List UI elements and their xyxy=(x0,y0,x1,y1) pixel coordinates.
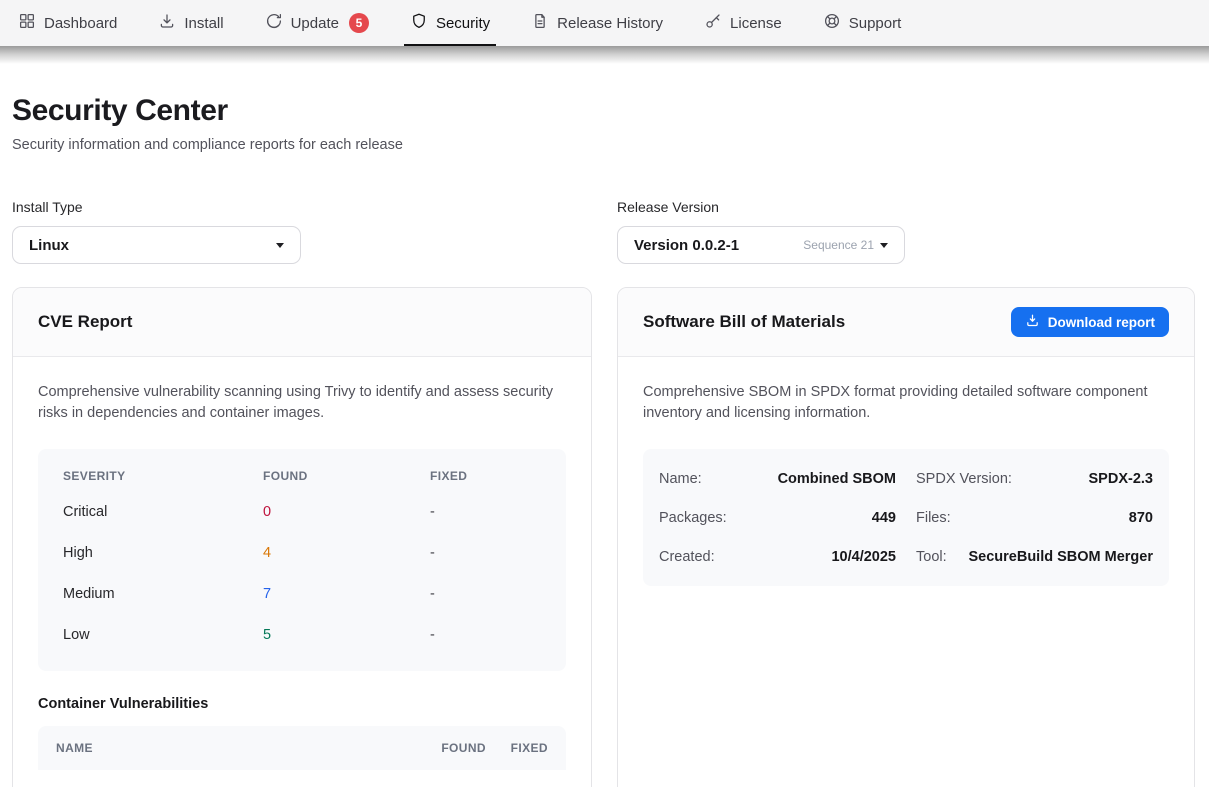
detail-label: Files: xyxy=(916,510,951,526)
column-severity: SEVERITY xyxy=(63,469,263,483)
nav-item-update[interactable]: Update 5 xyxy=(265,0,369,46)
release-version-meta: Sequence 21 xyxy=(803,238,888,252)
detail-value: SPDX-2.3 xyxy=(1089,471,1153,487)
detail-value: SecureBuild SBOM Merger xyxy=(968,549,1153,565)
severity-name: Critical xyxy=(63,491,263,532)
release-version-value: Version 0.0.2-1 xyxy=(634,237,739,254)
nav-label: Security xyxy=(436,15,490,32)
nav-item-dashboard[interactable]: Dashboard xyxy=(18,0,117,46)
column-name: NAME xyxy=(56,741,396,755)
detail-label: Created: xyxy=(659,549,715,565)
install-icon xyxy=(158,12,176,34)
found-count: 0 xyxy=(263,491,430,532)
detail-value: 449 xyxy=(872,510,896,526)
install-type-select[interactable]: Linux xyxy=(12,226,301,264)
detail-spdx-version: SPDX Version: SPDX-2.3 xyxy=(916,459,1153,498)
severity-name: Low xyxy=(63,614,263,655)
update-count-badge: 5 xyxy=(349,13,369,33)
detail-packages: Packages: 449 xyxy=(659,498,896,537)
detail-value: Combined SBOM xyxy=(778,471,896,487)
document-icon xyxy=(531,12,549,34)
table-row-critical: Critical 0 - xyxy=(63,491,541,532)
cve-report-title: CVE Report xyxy=(38,312,132,332)
sbom-description: Comprehensive SBOM in SPDX format provid… xyxy=(643,382,1169,424)
detail-label: SPDX Version: xyxy=(916,471,1012,487)
severity-table-header: SEVERITY FOUND FIXED xyxy=(63,457,541,491)
nav-label: Support xyxy=(849,15,902,32)
download-icon xyxy=(1025,313,1040,331)
page-title: Security Center xyxy=(12,94,1197,128)
column-found: FOUND xyxy=(263,469,430,483)
table-row-medium: Medium 7 - xyxy=(63,573,541,614)
column-found: FOUND xyxy=(396,741,486,755)
column-fixed: FIXED xyxy=(430,469,541,483)
chevron-down-icon xyxy=(880,243,888,248)
cve-report-description: Comprehensive vulnerability scanning usi… xyxy=(38,382,566,424)
found-count: 4 xyxy=(263,532,430,573)
detail-files: Files: 870 xyxy=(916,498,1153,537)
sbom-body: Comprehensive SBOM in SPDX format provid… xyxy=(618,357,1194,611)
container-vulnerabilities-title: Container Vulnerabilities xyxy=(38,696,566,712)
nav-item-support[interactable]: Support xyxy=(823,0,902,46)
detail-value: 10/4/2025 xyxy=(831,549,896,565)
page-subtitle: Security information and compliance repo… xyxy=(12,137,1197,153)
sbom-header: Software Bill of Materials Download repo… xyxy=(618,288,1194,357)
lifebuoy-icon xyxy=(823,12,841,34)
download-report-button[interactable]: Download report xyxy=(1011,307,1169,337)
cve-report-header: CVE Report xyxy=(13,288,591,357)
nav-label: Update xyxy=(291,15,339,32)
found-count: 5 xyxy=(263,614,430,655)
detail-label: Tool: xyxy=(916,549,947,565)
release-version-select[interactable]: Version 0.0.2-1 Sequence 21 xyxy=(617,226,905,264)
nav-item-security[interactable]: Security xyxy=(410,0,490,46)
main-content: Security Center Security information and… xyxy=(0,94,1209,787)
chevron-down-icon xyxy=(276,243,284,248)
download-report-label: Download report xyxy=(1048,315,1155,330)
found-count: 7 xyxy=(263,573,430,614)
detail-name: Name: Combined SBOM xyxy=(659,459,896,498)
detail-tool: Tool: SecureBuild SBOM Merger xyxy=(916,537,1153,576)
nav-item-license[interactable]: License xyxy=(704,0,782,46)
scroll-shadow xyxy=(0,46,1209,64)
filters-row: Install Type Linux Release Version Versi… xyxy=(12,199,1197,264)
key-icon xyxy=(704,12,722,34)
column-fixed: FIXED xyxy=(486,741,548,755)
severity-table: SEVERITY FOUND FIXED Critical 0 - High 4… xyxy=(38,449,566,671)
nav-item-install[interactable]: Install xyxy=(158,0,223,46)
dashboard-icon xyxy=(18,12,36,34)
cards-row: CVE Report Comprehensive vulnerability s… xyxy=(12,287,1197,787)
nav-item-release-history[interactable]: Release History xyxy=(531,0,663,46)
table-row-low: Low 5 - xyxy=(63,614,541,655)
install-type-filter: Install Type Linux xyxy=(12,199,592,264)
cve-report-card: CVE Report Comprehensive vulnerability s… xyxy=(12,287,592,787)
nav-label: License xyxy=(730,15,782,32)
severity-name: Medium xyxy=(63,573,263,614)
detail-value: 870 xyxy=(1129,510,1153,526)
install-type-label: Install Type xyxy=(12,199,592,215)
detail-created: Created: 10/4/2025 xyxy=(659,537,896,576)
sbom-title: Software Bill of Materials xyxy=(643,312,845,332)
sequence-label: Sequence 21 xyxy=(803,238,874,252)
install-type-value: Linux xyxy=(29,237,69,254)
release-version-filter: Release Version Version 0.0.2-1 Sequence… xyxy=(617,199,1195,264)
top-navigation: Dashboard Install Update 5 Security Rele… xyxy=(0,0,1209,46)
fixed-count: - xyxy=(430,491,541,532)
detail-label: Packages: xyxy=(659,510,727,526)
cve-report-body: Comprehensive vulnerability scanning usi… xyxy=(13,357,591,787)
fixed-count: - xyxy=(430,532,541,573)
nav-label: Install xyxy=(184,15,223,32)
fixed-count: - xyxy=(430,614,541,655)
release-version-label: Release Version xyxy=(617,199,1195,215)
shield-icon xyxy=(410,12,428,34)
sbom-details-panel: Name: Combined SBOM SPDX Version: SPDX-2… xyxy=(643,449,1169,586)
sbom-card: Software Bill of Materials Download repo… xyxy=(617,287,1195,787)
table-row-high: High 4 - xyxy=(63,532,541,573)
update-icon xyxy=(265,12,283,34)
nav-label: Dashboard xyxy=(44,15,117,32)
container-vulnerabilities-header: NAME FOUND FIXED xyxy=(38,726,566,770)
fixed-count: - xyxy=(430,573,541,614)
detail-label: Name: xyxy=(659,471,702,487)
severity-name: High xyxy=(63,532,263,573)
nav-label: Release History xyxy=(557,15,663,32)
